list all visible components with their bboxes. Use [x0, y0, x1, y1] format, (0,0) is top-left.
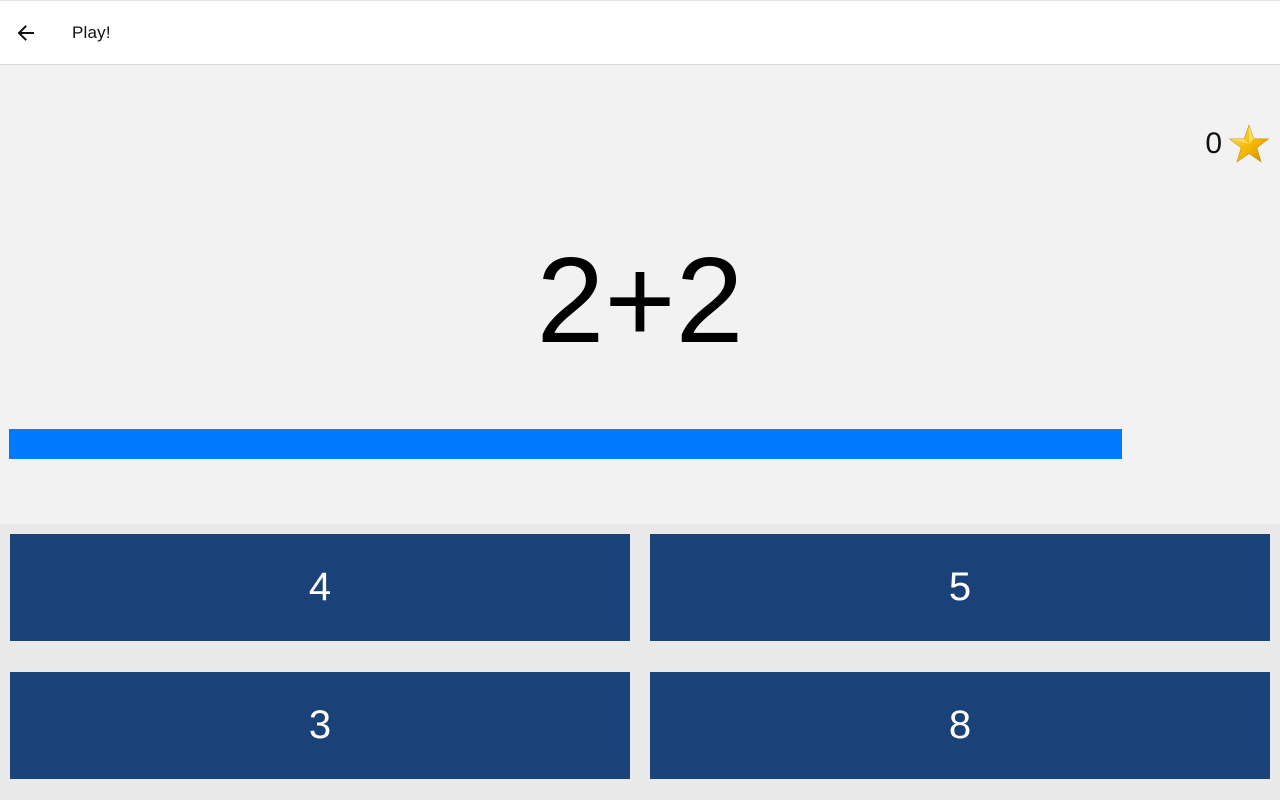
- question-text: 2+2: [536, 232, 744, 368]
- page-title: Play!: [72, 23, 111, 42]
- back-button[interactable]: [8, 15, 44, 51]
- timer-bar: [9, 429, 1271, 459]
- answer-grid: 4 5 3 8: [0, 524, 1280, 800]
- score-display: 0: [1205, 123, 1270, 165]
- answer-button-4[interactable]: 8: [650, 672, 1270, 779]
- header-bar: Play!: [0, 0, 1280, 65]
- arrow-left-icon: [17, 25, 34, 41]
- star-icon: [1228, 124, 1270, 163]
- timer-bar-fill: [9, 429, 1123, 459]
- answer-button-3[interactable]: 3: [10, 672, 630, 779]
- game-area: 0 2+2: [0, 65, 1280, 524]
- score-value: 0: [1205, 127, 1222, 160]
- app-window: Play! 0 2+2 4 5 3 8: [0, 0, 1280, 800]
- answer-button-1[interactable]: 4: [10, 534, 630, 641]
- answer-button-2[interactable]: 5: [650, 534, 1270, 641]
